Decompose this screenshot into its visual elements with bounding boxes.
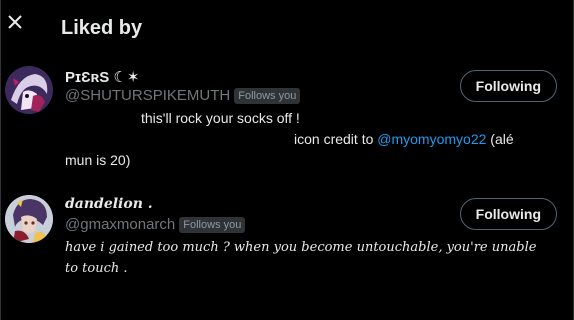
liked-by-modal: Liked by PɪƐʀS ☾✶ @SHUTURSPIKEMUTH Follo… bbox=[0, 0, 574, 320]
follows-you-badge: Follows you bbox=[179, 216, 246, 233]
bio-line: have i gained too much ? when you become… bbox=[65, 240, 537, 255]
bio-text: (alé bbox=[486, 131, 514, 147]
bio-line: mun is 20) bbox=[65, 150, 130, 171]
bio-line: icon credit to @myomyomyo22 (alé bbox=[294, 129, 514, 150]
user-handle[interactable]: @SHUTURSPIKEMUTH bbox=[65, 87, 230, 104]
list-item[interactable]: PɪƐʀS ☾✶ @SHUTURSPIKEMUTH Follows you Fo… bbox=[1, 0, 573, 180]
handle-line: @gmaxmonarch Follows you bbox=[65, 216, 246, 233]
bio-text: mun is 20) bbox=[65, 152, 131, 168]
following-button[interactable]: Following bbox=[459, 70, 557, 102]
user-display-name[interactable]: dandelion . bbox=[65, 196, 153, 212]
follows-you-badge: Follows you bbox=[234, 87, 301, 104]
bio-text: icon credit to bbox=[294, 131, 378, 147]
bio-text: this'll rock your socks off ! bbox=[141, 110, 300, 126]
mention-link[interactable]: @myomyomyo22 bbox=[377, 131, 486, 147]
user-handle[interactable]: @gmaxmonarch bbox=[65, 216, 175, 233]
avatar[interactable] bbox=[5, 195, 53, 243]
user-display-name[interactable]: PɪƐʀS ☾✶ bbox=[65, 68, 139, 86]
user-bio: have i gained too much ? when you become… bbox=[65, 237, 560, 279]
handle-line: @SHUTURSPIKEMUTH Follows you bbox=[65, 87, 301, 104]
bio-line: to touch . bbox=[65, 261, 128, 276]
list-item[interactable]: dandelion . @gmaxmonarch Follows you Fol… bbox=[1, 180, 573, 320]
bio-line: this'll rock your socks off ! bbox=[141, 108, 300, 129]
avatar[interactable] bbox=[5, 66, 53, 114]
following-button[interactable]: Following bbox=[459, 198, 557, 230]
